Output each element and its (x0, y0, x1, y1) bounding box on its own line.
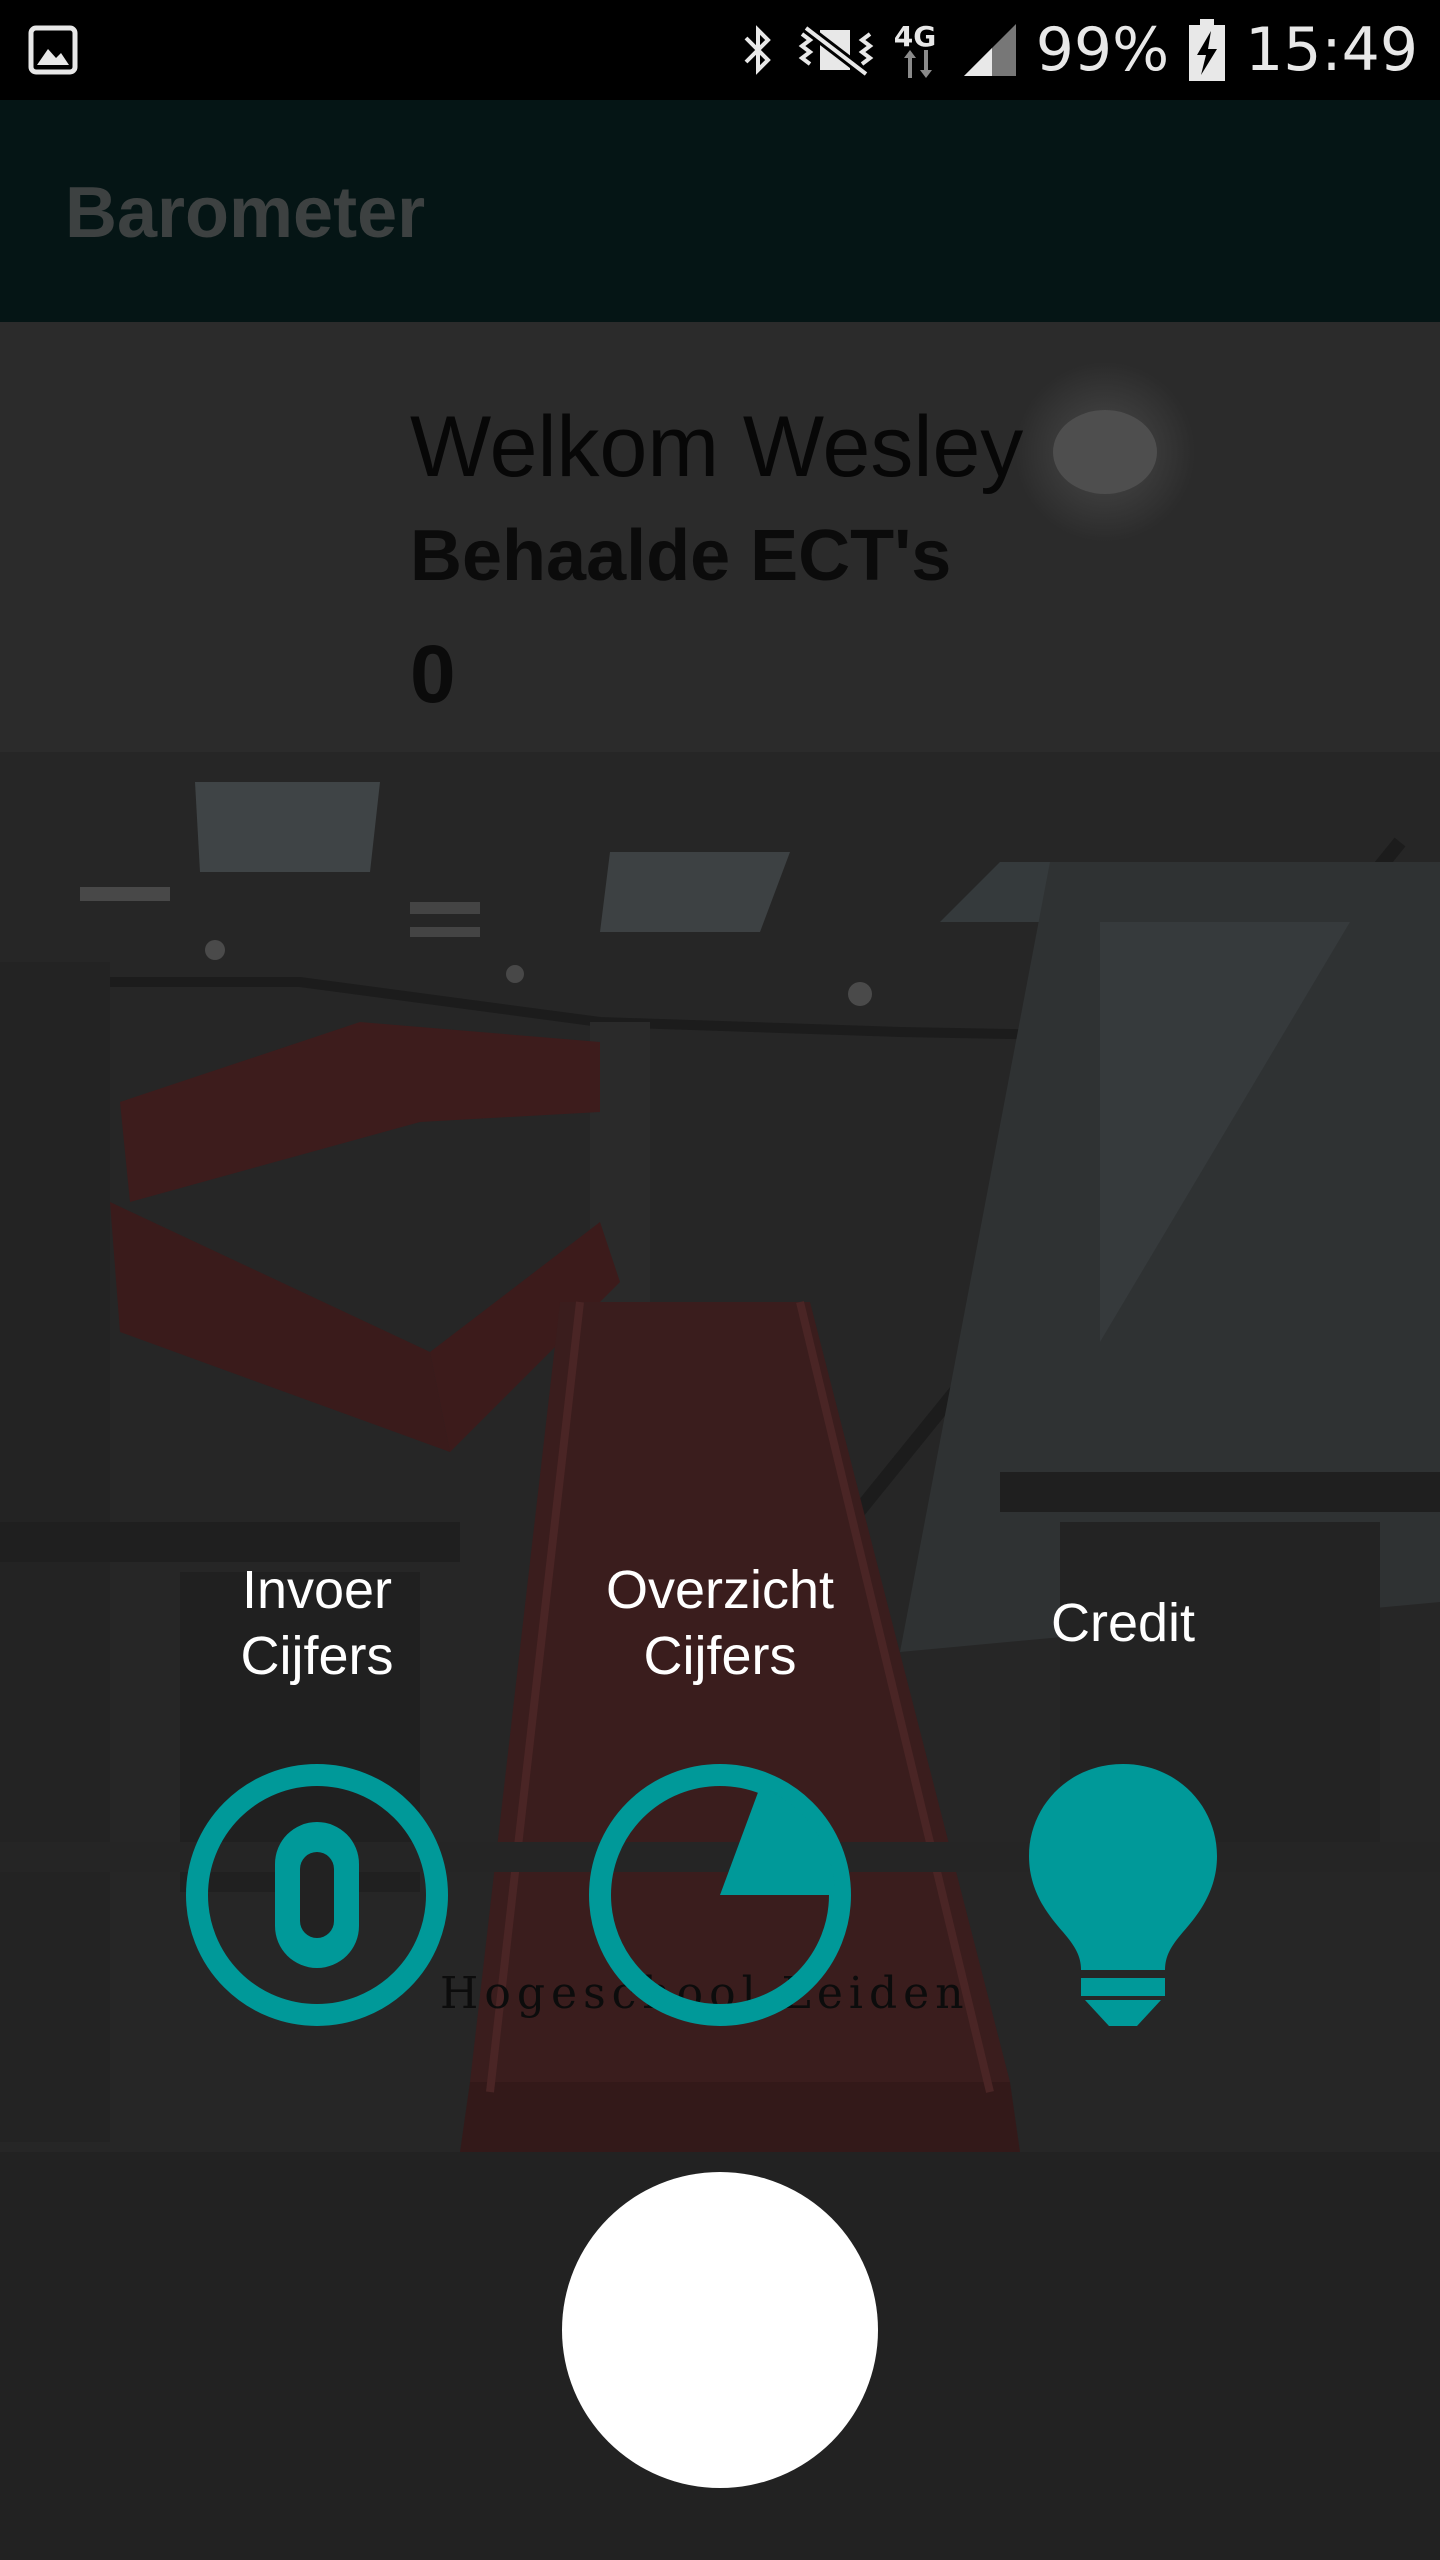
app-title: Barometer (65, 173, 426, 253)
network-4g-icon: 4G (894, 20, 944, 80)
battery-percent: 99% (1035, 15, 1170, 85)
status-bar: 4G 99% 15:49 (0, 0, 1440, 100)
fab-button[interactable] (562, 2172, 878, 2488)
signal-icon (963, 24, 1016, 76)
battery-charging-icon (1189, 19, 1226, 81)
menu-label-invoer-cijfers[interactable]: Invoer Cijfers (107, 1557, 527, 1689)
clock: 15:49 (1245, 15, 1418, 85)
bluetooth-icon (744, 25, 771, 75)
pie-progress-icon[interactable] (585, 1760, 855, 2030)
input-zero-icon[interactable] (182, 1760, 452, 2030)
app-bar: Barometer (0, 100, 1440, 322)
gallery-notification-icon (28, 25, 78, 75)
lightbulb-icon[interactable] (1025, 1760, 1221, 2030)
welcome-text: Welkom Wesley (410, 399, 1024, 495)
ects-value: 0 (410, 629, 456, 720)
vibrate-mute-icon (798, 24, 874, 78)
menu-label-overzicht-cijfers[interactable]: Overzicht Cijfers (510, 1557, 930, 1689)
ects-label: Behaalde ECT's (410, 516, 952, 596)
menu-label-credit[interactable]: Credit (913, 1590, 1333, 1656)
